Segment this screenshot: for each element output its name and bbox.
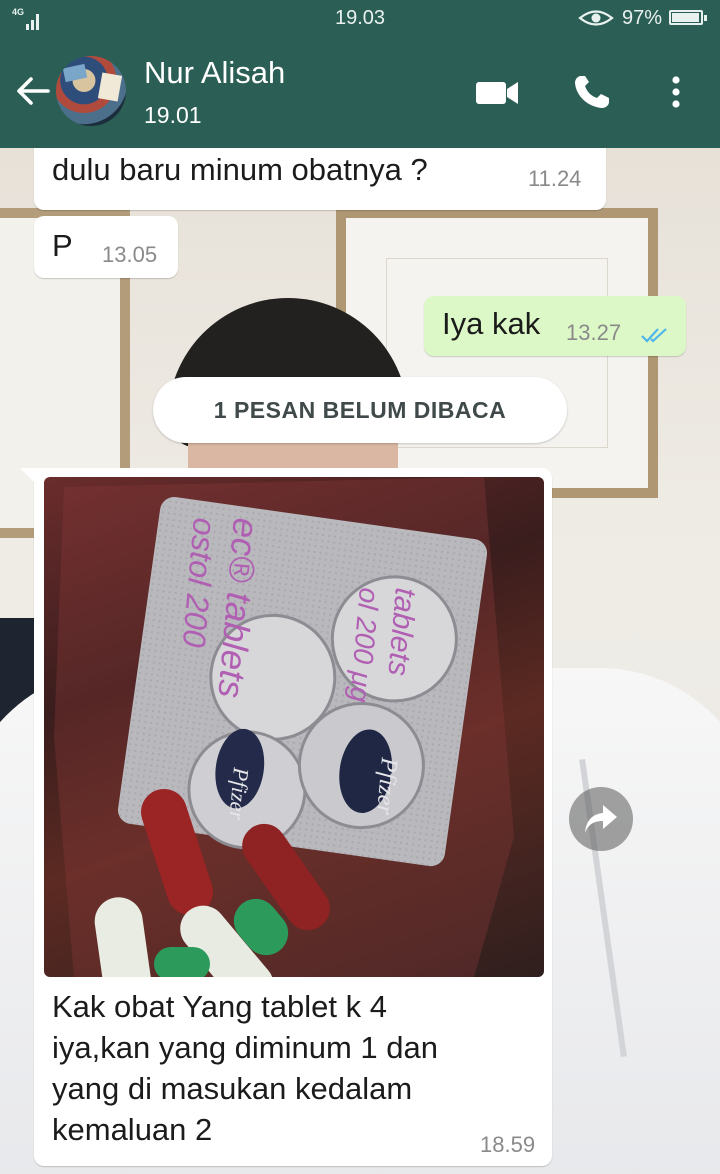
video-call-icon[interactable]	[474, 74, 520, 110]
more-options-icon[interactable]	[668, 74, 684, 110]
eye-comfort-icon	[578, 10, 614, 26]
message-time: 18.59	[480, 1132, 536, 1157]
message-time: 13.05	[102, 242, 158, 267]
image-caption-line: yang di masukan kedalam	[52, 1071, 413, 1106]
message-photo[interactable]: ec® tablets ostol 200 tablets ol 200 μg …	[44, 477, 544, 977]
read-receipt-icon	[641, 328, 667, 343]
contact-last-seen[interactable]: 19.01	[144, 102, 202, 129]
message-bubble-incoming[interactable]: dulu baru minum obatnya ? 11.24	[34, 148, 606, 210]
message-time: 13.27	[566, 320, 622, 345]
message-bubble-outgoing[interactable]: Iya kak 13.27	[424, 296, 686, 356]
forward-arrow-icon	[585, 805, 617, 833]
back-arrow-icon[interactable]	[14, 74, 52, 108]
message-bubble-incoming[interactable]: P 13.05	[34, 216, 178, 278]
message-text: dulu baru minum obatnya ?	[52, 152, 428, 187]
chat-area[interactable]: dulu baru minum obatnya ? 11.24 P 13.05 …	[0, 148, 720, 1174]
message-time: 11.24	[528, 166, 582, 191]
image-caption-line: kemaluan 2	[52, 1112, 213, 1147]
message-text: P	[52, 228, 73, 263]
image-caption-line: Kak obat Yang tablet k 4	[52, 989, 387, 1024]
forward-button[interactable]	[569, 787, 633, 851]
chat-header: Nur Alisah 19.01	[0, 36, 720, 148]
unread-messages-banner: 1 PESAN BELUM DIBACA	[153, 377, 567, 443]
avatar[interactable]	[56, 56, 126, 126]
phone-call-icon[interactable]	[572, 74, 612, 110]
battery-icon	[669, 10, 707, 25]
medicine-strip-illustration: ec® tablets ostol 200 tablets ol 200 μg …	[54, 477, 514, 977]
brand-logo-a: Pfizer	[224, 766, 254, 822]
image-caption-line: iya,kan yang diminum 1 dan	[52, 1030, 439, 1065]
image-message-bubble[interactable]: ec® tablets ostol 200 tablets ol 200 μg …	[20, 468, 552, 1166]
contact-name[interactable]: Nur Alisah	[144, 55, 285, 91]
brand-logo-b: Pfizer	[371, 755, 402, 816]
battery-percent: 97%	[622, 7, 663, 29]
status-bar: 4G 19.03 97%	[0, 0, 720, 36]
message-text: Iya kak	[442, 306, 541, 341]
